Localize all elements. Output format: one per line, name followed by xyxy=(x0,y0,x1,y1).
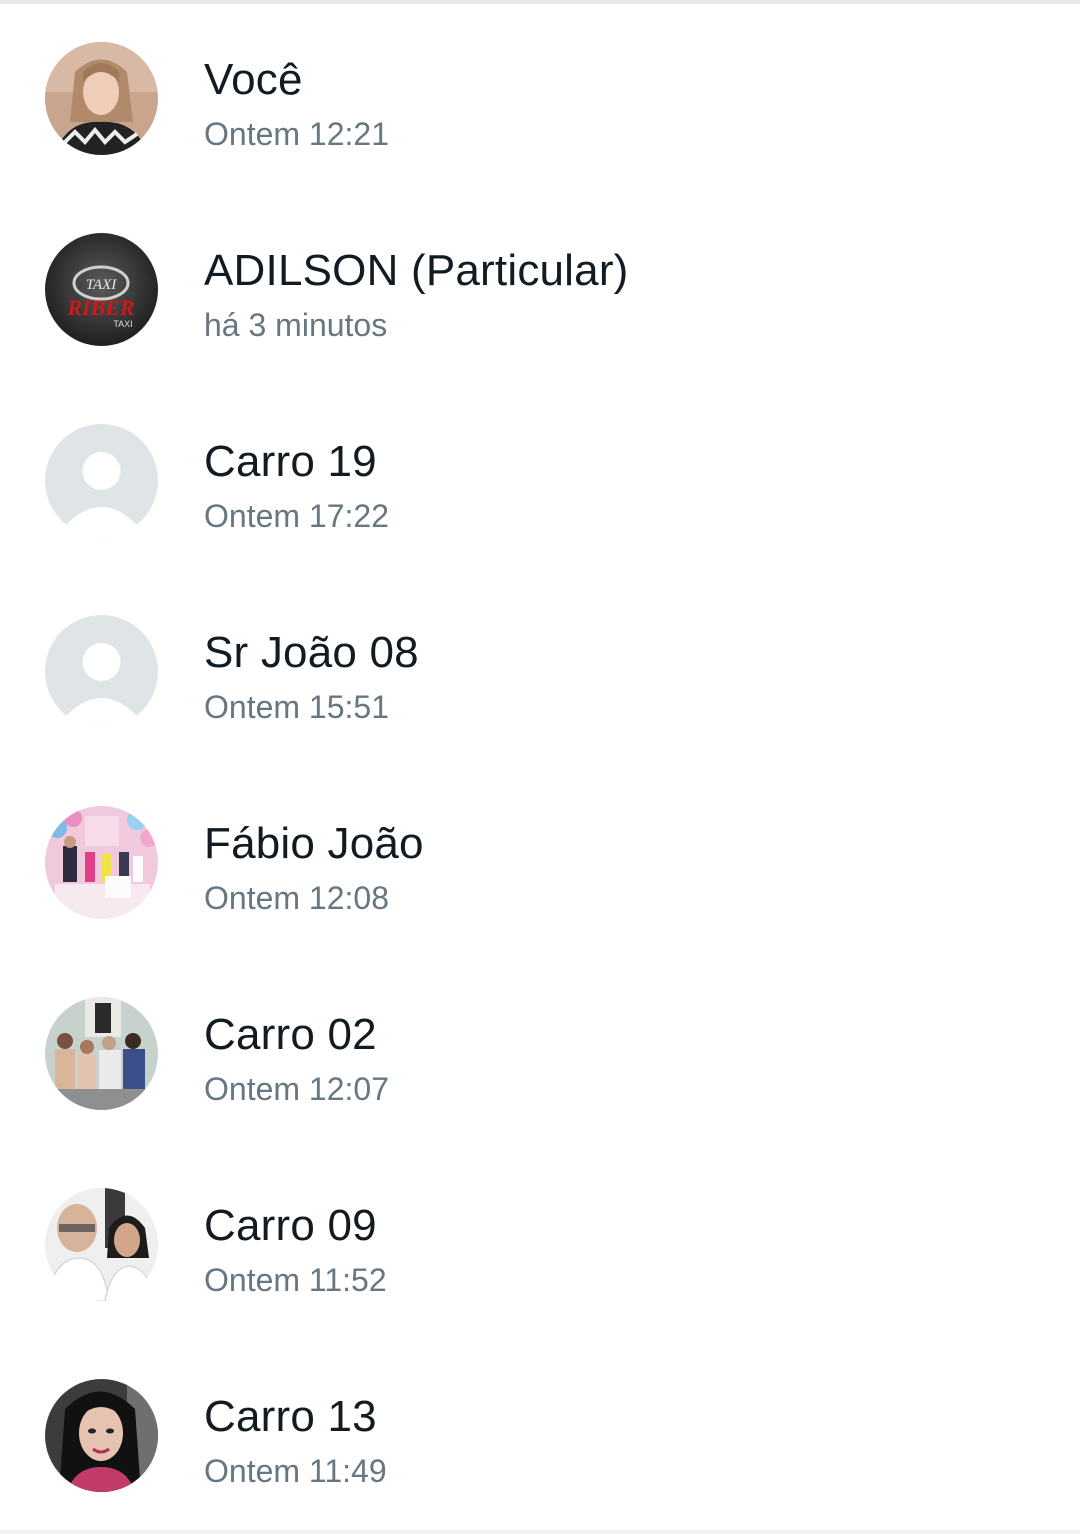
viewer-row-sr-joao-08[interactable]: Sr João 08 Ontem 15:51 xyxy=(0,577,1080,768)
viewer-row-fabio-joao[interactable]: Fábio João Ontem 12:08 xyxy=(0,768,1080,959)
bottom-divider xyxy=(0,1530,1080,1534)
viewer-list: Você Ontem 12:21 TAXI RIBER TAXI ADILSON… xyxy=(0,4,1080,1532)
viewer-time: Ontem 12:21 xyxy=(204,116,389,152)
avatar xyxy=(45,997,158,1110)
viewer-time: Ontem 17:22 xyxy=(204,498,389,534)
avatar xyxy=(45,1188,158,1301)
avatar: TAXI RIBER TAXI xyxy=(45,233,158,346)
viewer-name: ADILSON (Particular) xyxy=(204,246,629,295)
viewer-row-carro-19[interactable]: Carro 19 Ontem 17:22 xyxy=(0,386,1080,577)
avatar-photo xyxy=(45,997,158,1110)
logo-text-bottom: TAXI xyxy=(113,319,132,329)
viewer-row-carro-09[interactable]: Carro 09 Ontem 11:52 xyxy=(0,1150,1080,1341)
viewer-time: Ontem 12:08 xyxy=(204,880,389,916)
default-person-icon xyxy=(45,615,158,728)
viewer-row-voce[interactable]: Você Ontem 12:21 xyxy=(0,4,1080,195)
viewer-name: Carro 19 xyxy=(204,437,377,486)
avatar xyxy=(45,615,158,728)
avatar-photo xyxy=(45,1379,158,1492)
avatar xyxy=(45,42,158,155)
viewer-time: Ontem 11:52 xyxy=(204,1262,387,1298)
viewer-row-carro-13[interactable]: Carro 13 Ontem 11:49 xyxy=(0,1341,1080,1532)
avatar xyxy=(45,806,158,919)
logo-text-top: TAXI xyxy=(86,277,118,293)
viewer-row-carro-02[interactable]: Carro 02 Ontem 12:07 xyxy=(0,959,1080,1150)
default-person-icon xyxy=(45,424,158,537)
logo-text-middle: RIBER xyxy=(66,295,134,320)
viewer-time: Ontem 11:49 xyxy=(204,1453,387,1489)
viewer-time: Ontem 15:51 xyxy=(204,689,389,725)
viewer-name: Carro 09 xyxy=(204,1201,377,1250)
viewer-time: Ontem 12:07 xyxy=(204,1071,389,1107)
avatar-photo xyxy=(45,42,158,155)
viewer-name: Fábio João xyxy=(204,819,424,868)
viewer-time: há 3 minutos xyxy=(204,307,388,343)
viewer-name: Carro 02 xyxy=(204,1010,377,1059)
avatar xyxy=(45,1379,158,1492)
viewer-name: Carro 13 xyxy=(204,1392,377,1441)
avatar-photo xyxy=(45,806,158,919)
viewer-name: Você xyxy=(204,55,303,104)
viewer-row-adilson[interactable]: TAXI RIBER TAXI ADILSON (Particular) há … xyxy=(0,195,1080,386)
avatar xyxy=(45,424,158,537)
taxi-logo-icon: TAXI RIBER TAXI xyxy=(45,233,158,346)
viewer-name: Sr João 08 xyxy=(204,628,419,677)
avatar-photo xyxy=(45,1188,158,1301)
